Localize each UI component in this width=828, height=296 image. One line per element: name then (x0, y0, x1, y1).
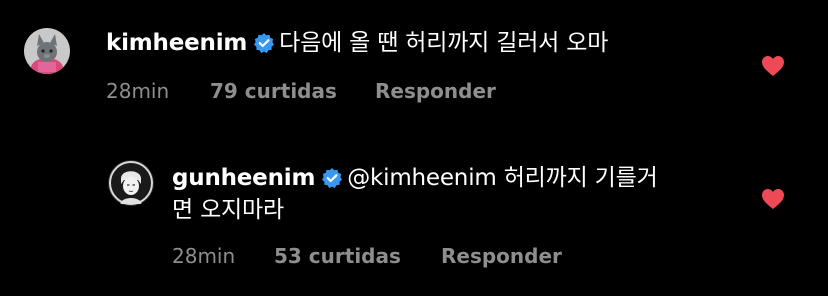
heart-filled-icon[interactable] (761, 55, 785, 77)
comment-body-line-2: 면 오지마라 (172, 197, 284, 223)
avatar-kimheenim[interactable] (24, 28, 70, 74)
likes-count[interactable]: 53 curtidas (274, 244, 401, 268)
avatar-gunheenim[interactable] (108, 160, 154, 206)
username-gunheenim[interactable]: gunheenim (172, 165, 315, 191)
likes-count[interactable]: 79 curtidas (210, 79, 337, 103)
heart-filled-icon[interactable] (761, 188, 785, 210)
comment-text-line: kimheenim 다음에 올 땐 허리까지 길러서 오마 (106, 27, 608, 63)
comment-body: 다음에 올 땐 허리까지 길러서 오마 (279, 30, 609, 56)
comment-kimheenim: kimheenim 다음에 올 땐 허리까지 길러서 오마 28min 79 cu… (0, 0, 828, 120)
reply-button[interactable]: Responder (441, 244, 562, 268)
comment-time: 28min (172, 244, 236, 268)
verified-badge-icon (321, 166, 343, 198)
comment-time: 28min (106, 79, 170, 103)
username-kimheenim[interactable]: kimheenim (106, 30, 247, 56)
comment-meta: 28min 53 curtidas Responder (172, 244, 672, 270)
comment-body-line-1: 허리까지 기를거 (503, 165, 658, 191)
comment-meta: 28min 79 curtidas Responder (106, 79, 606, 105)
mention-link[interactable]: @kimheenim (347, 165, 497, 191)
comment-text-line-2: 면 오지마라 (172, 194, 284, 226)
verified-badge-icon (253, 31, 275, 63)
comment-text-line-1: gunheenim @kimheenim 허리까지 기를거 (172, 162, 658, 198)
reply-button[interactable]: Responder (375, 79, 496, 103)
comment-gunheenim: gunheenim @kimheenim 허리까지 기를거 면 오지마라 28mi… (0, 140, 828, 290)
